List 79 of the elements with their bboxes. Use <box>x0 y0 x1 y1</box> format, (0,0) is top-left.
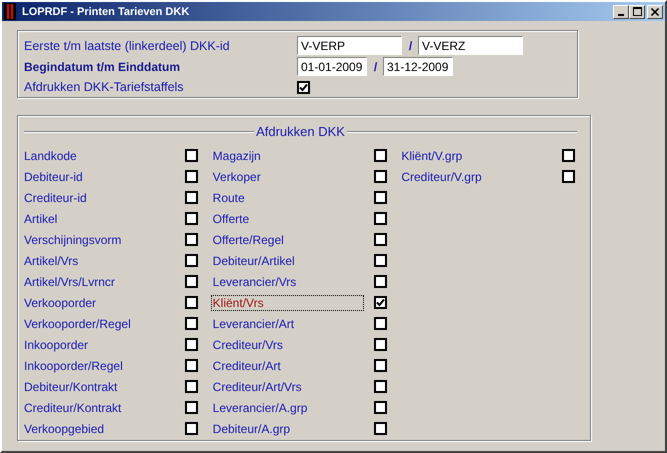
minimize-button[interactable] <box>613 4 629 18</box>
checkbox[interactable] <box>185 233 198 246</box>
checkbox-label: Verkoper <box>212 170 262 184</box>
checkbox[interactable] <box>374 212 387 225</box>
close-icon <box>651 8 659 16</box>
separator-label: / <box>408 38 414 53</box>
maximize-icon <box>632 7 642 16</box>
checkbox-label: Debiteur/Kontrakt <box>24 380 118 394</box>
checkbox-label: Debiteur/A.grp <box>212 422 292 436</box>
checkbox-label: Leverancier/A.grp <box>212 400 308 414</box>
checkbox[interactable] <box>297 80 310 94</box>
checkbox[interactable] <box>374 191 387 204</box>
checkbox[interactable] <box>562 170 576 183</box>
checkbox[interactable] <box>374 317 387 330</box>
checkbox[interactable] <box>185 338 198 351</box>
checkbox-label: Debiteur/Artikel <box>212 254 296 268</box>
checkbox-label: Magazijn <box>212 148 262 162</box>
checkbox[interactable] <box>374 296 387 309</box>
checkbox[interactable] <box>185 254 198 267</box>
checkbox-label: Offerte <box>212 212 250 226</box>
checkbox[interactable] <box>185 380 198 393</box>
checkbox-label: Inkooporder <box>24 338 90 352</box>
checkbox-label: Artikel/Vrs <box>24 254 80 268</box>
checkbox[interactable] <box>185 275 198 288</box>
checkbox-label: Crediteur/Art <box>212 358 282 372</box>
checkbox[interactable] <box>185 422 198 435</box>
maximize-button[interactable] <box>629 4 645 18</box>
checkbox-label: Artikel/Vrs/Lvrncr <box>24 274 116 288</box>
checkbox-label: Crediteur-id <box>24 190 88 204</box>
checkbox[interactable] <box>185 401 198 414</box>
minimize-icon <box>618 14 624 16</box>
checkbox[interactable] <box>185 149 198 162</box>
input-field[interactable]: 31-12-2009 <box>383 57 453 76</box>
checkbox-label: Artikel <box>24 212 58 226</box>
checkbox[interactable] <box>185 359 198 372</box>
close-button[interactable] <box>647 4 663 18</box>
input-field[interactable]: V-VERZ <box>418 36 523 56</box>
checkbox-label: Debiteur-id <box>24 170 84 184</box>
group-title: Afdrukken DKK <box>255 124 346 139</box>
checkbox-label: Kliënt/Vrs <box>210 294 364 310</box>
checkbox[interactable] <box>374 422 387 435</box>
checkbox[interactable] <box>374 359 387 372</box>
checkbox[interactable] <box>374 149 387 162</box>
app-icon <box>4 3 16 20</box>
input-field[interactable]: V-VERP <box>297 36 402 56</box>
checkbox[interactable] <box>185 191 198 204</box>
checkbox-label: Afdrukken DKK-Tariefstaffels <box>24 80 185 94</box>
checkbox-label: Verschijningsvorm <box>24 232 122 246</box>
checkbox[interactable] <box>374 401 387 414</box>
checkbox[interactable] <box>562 149 576 162</box>
checkbox[interactable] <box>374 338 387 351</box>
checkbox-label: Verkooporder/Regel <box>24 316 132 330</box>
checkbox-label: Crediteur/Art/Vrs <box>212 380 303 394</box>
checkbox-label: Leverancier/Vrs <box>212 274 298 288</box>
window-title: LOPRDF - Printen Tarieven DKK <box>22 6 190 18</box>
checkbox-label: Offerte/Regel <box>212 232 285 246</box>
separator-label: / <box>372 60 378 74</box>
checkbox[interactable] <box>374 233 387 246</box>
checkbox-label: Kliënt/V.grp <box>401 148 464 162</box>
checkbox-label: Landkode <box>24 148 78 162</box>
checkbox-label: Crediteur/Kontrakt <box>24 400 122 414</box>
checkbox-label: Route <box>212 190 246 204</box>
checkbox-label: Crediteur/Vrs <box>212 338 284 352</box>
checkbox[interactable] <box>374 275 387 288</box>
field-label: Eerste t/m laatste (linkerdeel) DKK-id <box>24 38 231 53</box>
checkbox[interactable] <box>374 254 387 267</box>
checkbox[interactable] <box>185 296 198 309</box>
checkbox[interactable] <box>185 317 198 330</box>
checkbox-label: Crediteur/V.grp <box>401 170 483 184</box>
checkbox[interactable] <box>185 212 198 225</box>
checkbox-label: Inkooporder/Regel <box>24 358 124 372</box>
input-field[interactable]: 01-01-2009 <box>297 57 367 76</box>
checkbox[interactable] <box>185 170 198 183</box>
checkbox-label: Verkooporder <box>24 296 98 310</box>
checkbox[interactable] <box>374 170 387 183</box>
field-label: Begindatum t/m Einddatum <box>24 60 181 74</box>
checkbox[interactable] <box>374 380 387 393</box>
checkbox-label: Verkoopgebied <box>24 422 106 436</box>
checkbox-label: Leverancier/Art <box>212 316 296 330</box>
